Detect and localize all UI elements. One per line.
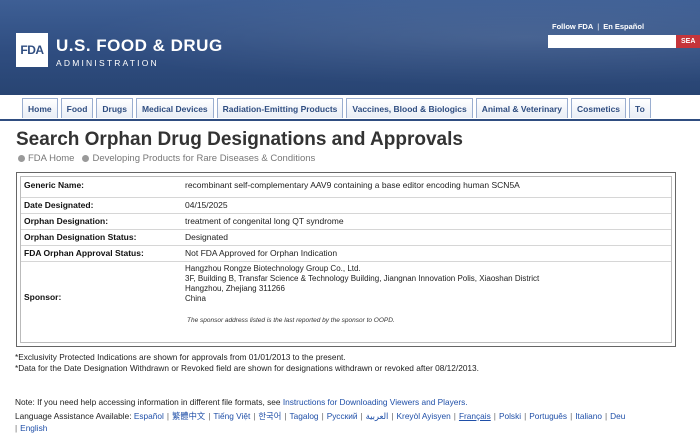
- sponsor-note: The sponsor address listed is the last r…: [187, 317, 395, 324]
- tab-home[interactable]: Home: [22, 98, 58, 118]
- tab-drugs[interactable]: Drugs: [96, 98, 133, 118]
- fda-logo[interactable]: FDA: [16, 33, 48, 67]
- lang-link-espanol[interactable]: Español: [134, 411, 164, 421]
- breadcrumb-label: FDA Home: [28, 153, 75, 164]
- top-links: Follow FDA | En Español: [552, 22, 644, 31]
- sponsor-row: Sponsor: Hangzhou Rongze Biotechnology G…: [21, 261, 671, 341]
- lang-separator: |: [493, 411, 496, 421]
- site-header: FDA U.S. FOOD & DRUG ADMINISTRATION Foll…: [0, 0, 700, 95]
- search-button[interactable]: SEA: [676, 35, 700, 48]
- lang-link-chinese[interactable]: 繁體中文: [172, 411, 205, 421]
- date-designated-value: 04/15/2025: [185, 200, 228, 210]
- agency-name[interactable]: U.S. FOOD & DRUG: [56, 36, 223, 56]
- orphan-designation-row: Orphan Designation: treatment of congeni…: [21, 213, 671, 226]
- lang-link-polski[interactable]: Polski: [499, 411, 521, 421]
- lang-separator: |: [604, 411, 608, 421]
- search-input[interactable]: [548, 35, 676, 48]
- lang-link-italiano[interactable]: Italiano: [575, 411, 602, 421]
- main-nav: Home Food Drugs Medical Devices Radiatio…: [0, 95, 700, 121]
- agency-subtitle: ADMINISTRATION: [56, 58, 159, 68]
- tab-tobacco[interactable]: To: [629, 98, 651, 118]
- footnote: *Exclusivity Protected Indications are s…: [15, 352, 346, 362]
- lang-link-english[interactable]: English: [20, 423, 47, 433]
- lang-separator: |: [570, 411, 573, 421]
- language-label: Language Assistance Available:: [15, 411, 134, 421]
- sponsor-line: China: [185, 294, 206, 303]
- footnote: *Data for the Date Designation Withdrawn…: [15, 363, 479, 373]
- tab-radiation-emitting-products[interactable]: Radiation-Emitting Products: [216, 98, 344, 118]
- bullet-icon: [18, 155, 25, 162]
- sponsor-line: Hangzhou Rongze Biotechnology Group Co.,…: [185, 264, 361, 273]
- help-prefix: Note: If you need help accessing informa…: [15, 397, 283, 407]
- lang-link-russian[interactable]: Русский: [327, 411, 358, 421]
- generic-name-value: recombinant self-complementary AAV9 cont…: [185, 180, 520, 190]
- orphan-designation-value: treatment of congenital long QT syndrome: [185, 216, 344, 226]
- sponsor-line: 3F, Building B, Transfar Science & Techn…: [185, 274, 540, 283]
- tab-medical-devices[interactable]: Medical Devices: [135, 98, 214, 118]
- designation-record: Generic Name: recombinant self-complemen…: [16, 172, 676, 347]
- lang-link-vietnamese[interactable]: Tiếng Việt: [213, 411, 250, 421]
- designation-status-row: Orphan Designation Status: Designated: [21, 229, 671, 242]
- breadcrumb-item[interactable]: Developing Products for Rare Diseases & …: [82, 153, 315, 164]
- lang-separator: |: [453, 411, 456, 421]
- bullet-icon: [82, 155, 90, 162]
- breadcrumb: FDA Home Developing Products for Rare Di…: [18, 153, 315, 164]
- sponsor-line: Hangzhou, Zhejiang 311266: [185, 284, 285, 293]
- generic-name-label: Generic Name:: [24, 180, 84, 190]
- download-viewers-link[interactable]: Instructions for Downloading Viewers and…: [283, 397, 468, 407]
- lang-link-kreyol[interactable]: Kreyòl Ayisyen: [397, 411, 451, 421]
- help-note: Note: If you need help accessing informa…: [15, 397, 468, 407]
- lang-separator: |: [166, 411, 169, 421]
- language-assistance: Language Assistance Available: Español | 繁…: [15, 410, 625, 422]
- lang-link-arabic[interactable]: العربية: [366, 411, 389, 421]
- approval-status-label: FDA Orphan Approval Status:: [24, 248, 144, 258]
- lang-link-portugues[interactable]: Português: [529, 411, 567, 421]
- date-designated-row: Date Designated: 04/15/2025: [21, 197, 671, 210]
- orphan-designation-label: Orphan Designation:: [24, 216, 109, 226]
- lang-separator: |: [321, 411, 324, 421]
- lang-link-francais[interactable]: Français: [459, 411, 491, 421]
- lang-link-korean[interactable]: 한국어: [258, 411, 281, 421]
- follow-fda-link[interactable]: Follow FDA: [552, 22, 593, 31]
- date-designated-label: Date Designated:: [24, 200, 94, 210]
- approval-status-value: Not FDA Approved for Orphan Indication: [185, 248, 338, 258]
- designation-status-value: Designated: [185, 232, 229, 242]
- lang-separator: |: [360, 411, 363, 421]
- tab-cosmetics[interactable]: Cosmetics: [571, 98, 627, 118]
- tab-vaccines-blood-biologics[interactable]: Vaccines, Blood & Biologics: [346, 98, 473, 118]
- language-assistance-line2: | English: [15, 423, 47, 433]
- lang-link-tagalog[interactable]: Tagalog: [289, 411, 318, 421]
- en-espanol-link[interactable]: En Español: [603, 22, 644, 31]
- designation-status-label: Orphan Designation Status:: [24, 232, 137, 242]
- breadcrumb-label: Developing Products for Rare Diseases & …: [92, 153, 316, 164]
- sponsor-address: Hangzhou Rongze Biotechnology Group Co.,…: [185, 264, 539, 304]
- lang-separator: |: [524, 411, 527, 421]
- sponsor-label: Sponsor:: [24, 292, 62, 302]
- page-title: Search Orphan Drug Designations and Appr…: [16, 129, 463, 150]
- footnotes: *Exclusivity Protected Indications are s…: [15, 352, 479, 374]
- tab-food[interactable]: Food: [60, 98, 94, 118]
- lang-link-deutsch[interactable]: Deu: [610, 411, 625, 421]
- tab-animal-veterinary[interactable]: Animal & Veterinary: [475, 98, 569, 118]
- link-separator: |: [597, 22, 600, 31]
- breadcrumb-item[interactable]: FDA Home: [18, 153, 74, 164]
- approval-status-row: FDA Orphan Approval Status: Not FDA Appr…: [21, 245, 671, 258]
- lang-separator: |: [391, 411, 394, 421]
